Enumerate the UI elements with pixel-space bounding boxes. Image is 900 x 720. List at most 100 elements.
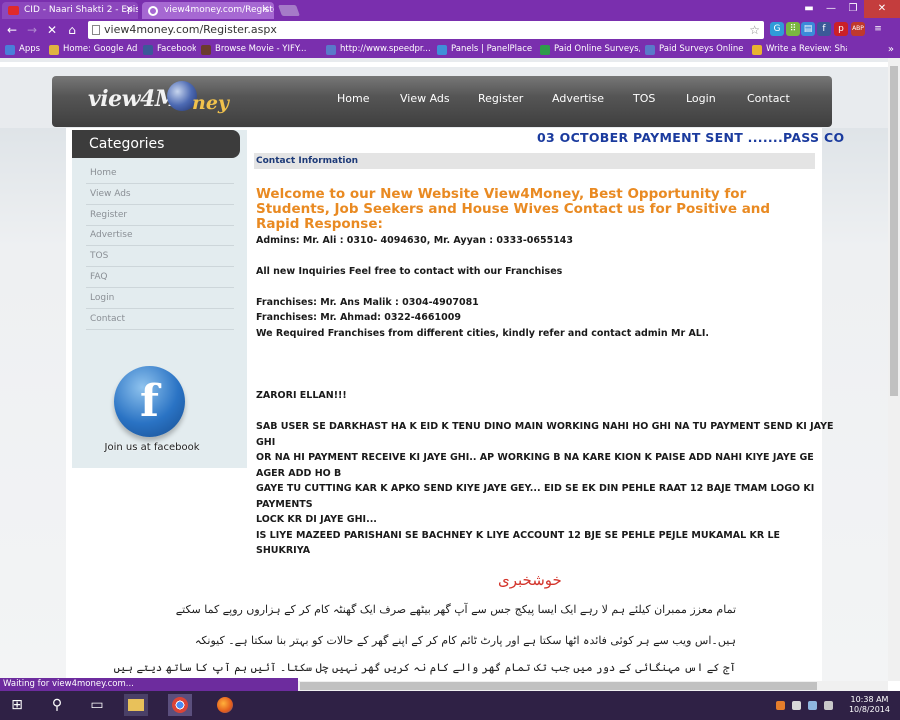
sidebar-divider [86, 183, 234, 184]
content-line: All new Inquiries Feel free to contact w… [256, 266, 563, 277]
content-line: We Required Franchises from different ci… [256, 328, 709, 339]
nav-link-register[interactable]: Register [478, 92, 523, 105]
vertical-scroll-thumb[interactable] [890, 66, 898, 396]
bookmark-item[interactable]: Browse Movie - YIFY... [196, 41, 321, 58]
bookmark-label: Paid Online Surveys,... [554, 44, 640, 54]
bookmark-item[interactable]: Panels | PanelPlace [432, 41, 535, 58]
forward-icon[interactable]: → [24, 22, 40, 38]
nav-link-advertise[interactable]: Advertise [552, 92, 604, 105]
payment-marquee: 03 OCTOBER PAYMENT SENT .......PASS CO [537, 130, 845, 145]
tab-view4money[interactable]: view4money.com/Registe ✕ [142, 2, 274, 19]
nav-link-contact[interactable]: Contact [747, 92, 790, 105]
web-page: view4M ney Home View Ads Register Advertise… [0, 58, 888, 681]
sidebar-item-faq[interactable]: FAQ [90, 272, 107, 282]
status-bubble: Waiting for view4money.com... [0, 678, 298, 691]
more-bookmarks-icon[interactable]: » [888, 41, 894, 58]
volume-icon[interactable] [824, 701, 833, 710]
bookmark-icon [540, 44, 550, 55]
bookmarks-bar: Apps Home: Google AdSe... Facebook Browse M… [0, 41, 900, 58]
clock[interactable]: 10:38 AM 10/8/2014 [849, 695, 890, 715]
nav-link-home[interactable]: Home [337, 92, 369, 105]
bookmark-label: Facebook [157, 44, 196, 54]
bookmark-label: Home: Google AdSe... [63, 44, 138, 54]
tray-icon-2[interactable] [792, 701, 801, 710]
content-area: Categories Home View Ads Register Advertise… [66, 128, 844, 681]
content-line: AGER ADD HO B [256, 468, 342, 479]
logo-text-suffix: ney [192, 92, 229, 114]
new-tab-button[interactable] [277, 5, 301, 16]
nav-link-tos[interactable]: TOS [633, 92, 655, 105]
sidebar-item-view-ads[interactable]: View Ads [90, 189, 131, 199]
sidebar-item-login[interactable]: Login [90, 293, 114, 303]
task-view-icon[interactable]: ▭ [85, 694, 109, 716]
back-icon[interactable]: ← [4, 22, 20, 38]
content-line: Admins: Mr. Ali : 0310- 4094630, Mr. Ayy… [256, 235, 574, 246]
nav-link-view-ads[interactable]: View Ads [400, 92, 450, 105]
content-line: PAYMENTS [256, 499, 313, 510]
menu-icon[interactable]: ≡ [871, 22, 885, 36]
shopping-icon[interactable]: ▤ [801, 22, 815, 36]
clock-time: 10:38 AM [850, 695, 889, 704]
address-bar[interactable]: view4money.com/Register.aspx ☆ [88, 21, 764, 39]
bookmark-icon [437, 44, 447, 55]
network-icon[interactable] [808, 701, 817, 710]
urdu-line: آج کے اس مہنگائی کے دور میں جب تک تمام گ… [113, 661, 736, 674]
sidebar-divider [86, 224, 234, 226]
sidebar-item-advertise[interactable]: Advertise [90, 230, 133, 240]
stop-icon[interactable]: ✕ [44, 22, 60, 38]
horizontal-scroll-thumb[interactable] [300, 682, 817, 690]
title-bar: CID - Naari Shakti 2 - Epis ✕ view4money… [0, 0, 900, 19]
facebook-icon[interactable]: f [817, 22, 831, 36]
chrome-icon[interactable] [168, 694, 192, 716]
page-band [0, 62, 888, 67]
home-icon[interactable]: ⌂ [64, 22, 80, 38]
vertical-scrollbar[interactable] [888, 58, 900, 681]
adblock-icon[interactable]: ABP [851, 22, 865, 36]
content-line: Franchises: Mr. Ans Malik : 0304-4907081 [256, 297, 479, 308]
close-tab-icon[interactable]: ✕ [261, 2, 269, 18]
close-tab-icon[interactable]: ✕ [125, 2, 133, 18]
sidebar-item-home[interactable]: Home [90, 168, 117, 178]
user-icon[interactable]: ▬ [798, 0, 820, 18]
star-icon[interactable]: ☆ [749, 21, 760, 39]
bookmark-item[interactable]: Paid Online Surveys,... [535, 41, 640, 58]
loading-icon [148, 6, 158, 16]
sidebar-item-register[interactable]: Register [90, 210, 127, 220]
bookmark-item[interactable]: Facebook [138, 41, 196, 58]
maximize-icon[interactable]: ❐ [842, 0, 864, 18]
g-icon[interactable]: G [770, 22, 784, 36]
bookmark-item[interactable]: Paid Surveys Online ... [640, 41, 747, 58]
nav-link-login[interactable]: Login [686, 92, 716, 105]
firefox-icon[interactable] [213, 694, 237, 716]
content-line: Franchises: Mr. Ahmad: 0322-4661009 [256, 312, 461, 323]
bookmark-item[interactable]: http://www.speedpr... [321, 41, 432, 58]
sidebar-item-contact[interactable]: Contact [90, 314, 125, 324]
content-line: SHUKRIYA [256, 545, 311, 556]
tab-youtube[interactable]: CID - Naari Shakti 2 - Epis ✕ [2, 2, 138, 19]
file-explorer-icon[interactable] [124, 694, 148, 716]
tray-icon-1[interactable] [776, 701, 785, 710]
page-icon [92, 25, 100, 35]
minimize-icon[interactable]: — [820, 0, 842, 18]
sidebar-item-tos[interactable]: TOS [90, 251, 108, 261]
windows-start-icon[interactable]: ⊞ [5, 694, 29, 716]
bookmark-item[interactable]: Home: Google AdSe... [44, 41, 138, 58]
sidebar-divider [86, 203, 234, 205]
content-line: GHI [256, 437, 276, 448]
window-controls: ▬ — ❐ ✕ [798, 0, 900, 18]
bookmark-label: Browse Movie - YIFY... [215, 44, 307, 54]
sidebar-divider [86, 328, 234, 330]
bookmark-icon [143, 44, 153, 55]
pinterest-icon[interactable]: p [834, 22, 848, 36]
search-icon[interactable]: ⚲ [45, 694, 69, 716]
bookmark-label: Apps [19, 44, 41, 54]
content-line: IS LIYE MAZEED PARISHANI SE BACHNEY K LI… [256, 530, 780, 541]
close-window-icon[interactable]: ✕ [864, 0, 900, 18]
bookmark-item[interactable]: Apps [0, 41, 44, 58]
taskbar: ⊞ ⚲ ▭ 10:38 AM 10/8/2014 [0, 691, 900, 720]
join-facebook-link[interactable]: Join us at facebook [72, 442, 232, 453]
facebook-f-glyph: f [140, 376, 159, 427]
browser-window: CID - Naari Shakti 2 - Epis ✕ view4money… [0, 0, 900, 720]
bookmark-item[interactable]: Write a Review: Shar... [747, 41, 847, 58]
dots-icon[interactable]: ⠿ [786, 22, 800, 36]
